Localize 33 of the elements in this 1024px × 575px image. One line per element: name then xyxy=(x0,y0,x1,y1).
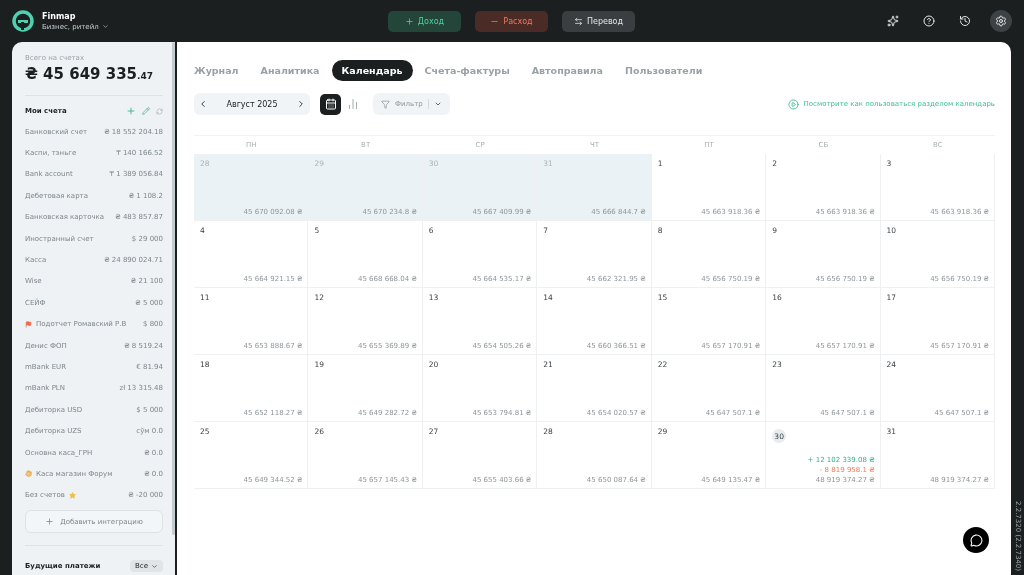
chevron-left-icon xyxy=(198,99,208,109)
chat-icon xyxy=(969,533,983,547)
star-icon xyxy=(68,491,76,499)
caret-icon xyxy=(151,562,158,570)
plus-icon xyxy=(404,16,414,26)
settings-button[interactable] xyxy=(990,10,1012,32)
plus-icon xyxy=(45,517,55,527)
caret-icon xyxy=(101,23,109,30)
chevron-right-icon xyxy=(296,99,306,109)
income-button[interactable]: Доход xyxy=(388,10,461,32)
logo-icon xyxy=(12,10,34,32)
expense-button[interactable]: Расход xyxy=(475,10,548,32)
swap-icon xyxy=(573,16,583,26)
total-balance: ₴ 45 649 335.47 xyxy=(25,65,163,96)
calendar-icon xyxy=(324,98,337,110)
scrollbar[interactable] xyxy=(172,42,175,535)
play-icon xyxy=(787,98,799,110)
bar-chart-icon xyxy=(346,98,359,110)
chat-button[interactable] xyxy=(963,527,989,553)
app-name: Finmap xyxy=(42,11,77,21)
settings-icon xyxy=(995,15,1007,27)
transfer-button[interactable]: Перевод xyxy=(562,10,635,32)
history-icon xyxy=(959,15,971,27)
caret-icon xyxy=(433,100,442,108)
sparkle-icon xyxy=(887,15,899,27)
next-month-button[interactable] xyxy=(296,99,306,109)
filter-icon xyxy=(381,99,390,109)
help-icon xyxy=(923,15,935,27)
flag-icon xyxy=(25,320,32,328)
month-label: Август 2025 xyxy=(226,99,278,109)
calendar-view-button[interactable] xyxy=(320,93,341,115)
previous-month-button[interactable] xyxy=(198,99,208,109)
tab[interactable]: Календарь xyxy=(331,60,413,81)
